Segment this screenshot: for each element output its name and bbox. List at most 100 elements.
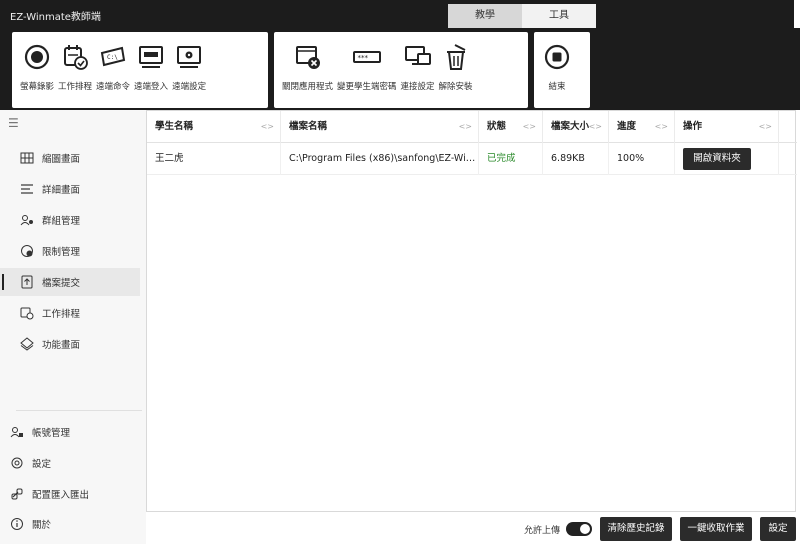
table-header: 學生名稱 <> 檔案名稱 <> 狀態 <> 檔案大小 <> 進度 <> 操作 <>: [147, 111, 797, 143]
ribbon-label: 連接設定: [400, 82, 435, 92]
sort-icon[interactable]: <>: [655, 111, 668, 143]
record-icon: [24, 44, 50, 70]
sidebar: ☰ 縮圖畫面 詳細畫面 群組管理 限制管理 檔案提交 工作排程 功能畫面 帳號管…: [0, 110, 146, 544]
tab-tools[interactable]: 工具: [522, 4, 596, 28]
title-bar: EZ-Winmate教師端 教學 工具: [0, 0, 800, 28]
sidebar-item-account[interactable]: 帳號管理: [0, 418, 140, 446]
ribbon-label: 工作排程: [58, 82, 93, 92]
sidebar-item-restrict[interactable]: 限制管理: [0, 237, 140, 265]
collect-all-button[interactable]: 一鍵收取作業: [680, 517, 752, 541]
sort-icon[interactable]: <>: [589, 111, 602, 143]
list-detail-icon: [21, 184, 33, 194]
remote-login-icon: [139, 46, 164, 68]
sidebar-item-group[interactable]: 群組管理: [0, 206, 140, 234]
column-header-student[interactable]: 學生名稱 <>: [147, 111, 281, 143]
remote-command-icon: C:\: [100, 46, 126, 67]
sidebar-item-label: 工作排程: [42, 309, 81, 320]
column-header-label: 進度: [617, 121, 637, 132]
change-password-icon: ***: [352, 51, 381, 63]
sort-icon[interactable]: <>: [523, 111, 536, 143]
sidebar-item-thumbnail[interactable]: 縮圖畫面: [0, 144, 140, 172]
ribbon-label: 關閉應用程式: [282, 82, 334, 92]
ribbon-label: 結束: [548, 82, 566, 92]
settings-button[interactable]: 設定: [760, 517, 796, 541]
allow-upload-toggle[interactable]: [566, 522, 592, 536]
cell-size: 6.89KB: [543, 143, 609, 175]
sidebar-item-label: 檔案提交: [42, 278, 81, 289]
screen-record-button[interactable]: 螢幕錄影: [20, 32, 54, 92]
column-header-file[interactable]: 檔案名稱 <>: [281, 111, 479, 143]
column-header-label: 學生名稱: [155, 121, 194, 132]
remote-settings-icon: [177, 46, 202, 68]
uninstall-button[interactable]: 解除安裝: [439, 32, 473, 92]
sort-icon[interactable]: <>: [759, 111, 772, 143]
cell-file: C:\Program Files (x86)\sanfong\EZ-Win...: [281, 143, 479, 175]
allow-upload-label: 允許上傳: [524, 526, 561, 536]
ribbon-label: 遠端命令: [96, 82, 131, 92]
sidebar-item-detail[interactable]: 詳細畫面: [0, 175, 140, 203]
window-edge: [794, 0, 800, 28]
sidebar-item-label: 功能畫面: [42, 340, 81, 351]
app-title: EZ-Winmate教師端: [10, 12, 101, 23]
menu-icon[interactable]: ☰: [8, 116, 19, 130]
sidebar-item-schedule[interactable]: 工作排程: [0, 299, 140, 327]
cell-progress: 100%: [609, 143, 675, 175]
file-submit-icon: [21, 275, 33, 289]
ribbon-group-management: 關閉應用程式 *** 變更學生端密碼 連接設定 解除安裝: [274, 32, 528, 108]
column-header-action[interactable]: 操作 <>: [675, 111, 779, 143]
remote-settings-button[interactable]: 遠端設定: [172, 32, 206, 92]
sidebar-divider: [16, 410, 142, 411]
schedule-icon: [64, 45, 88, 70]
sidebar-item-label: 帳號管理: [32, 428, 71, 439]
sidebar-item-label: 設定: [32, 459, 52, 470]
sidebar-item-file-submit[interactable]: 檔案提交: [0, 268, 140, 296]
sidebar-item-settings[interactable]: 設定: [0, 449, 140, 477]
column-header-label: 狀態: [487, 121, 507, 132]
ribbon-label: 遠端登入: [134, 82, 169, 92]
sort-icon[interactable]: <>: [459, 111, 472, 143]
sidebar-item-label: 群組管理: [42, 216, 81, 227]
tab-teaching[interactable]: 教學: [448, 4, 522, 28]
import-export-icon: [11, 488, 23, 500]
task-schedule-button[interactable]: 工作排程: [58, 32, 92, 92]
table-row[interactable]: 王二虎 C:\Program Files (x86)\sanfong\EZ-Wi…: [147, 143, 797, 175]
schedule-icon: [20, 307, 34, 320]
change-password-button[interactable]: *** 變更學生端密碼: [337, 32, 397, 92]
exit-button[interactable]: 結束: [542, 32, 572, 92]
sidebar-item-label: 詳細畫面: [42, 185, 81, 196]
sidebar-item-import-export[interactable]: 配置匯入匯出: [0, 480, 140, 508]
uninstall-icon: [446, 44, 465, 70]
svg-text:***: ***: [357, 54, 368, 62]
column-header-label: 檔案大小: [551, 121, 590, 132]
column-header-size[interactable]: 檔案大小 <>: [543, 111, 609, 143]
cell-student: 王二虎: [147, 143, 281, 175]
ribbon-group-exit: 結束: [534, 32, 590, 108]
file-submission-table: 學生名稱 <> 檔案名稱 <> 狀態 <> 檔案大小 <> 進度 <> 操作 <> 王二虎 …: [146, 110, 797, 512]
feature-icon: [20, 337, 34, 351]
column-header-status[interactable]: 狀態 <>: [479, 111, 543, 143]
sort-icon[interactable]: <>: [261, 111, 274, 143]
remote-login-button[interactable]: 遠端登入: [134, 32, 168, 92]
gear-icon: [11, 457, 23, 469]
close-app-button[interactable]: 關閉應用程式: [282, 32, 333, 92]
sidebar-item-about[interactable]: 關於: [0, 510, 140, 538]
column-header-progress[interactable]: 進度 <>: [609, 111, 675, 143]
bottom-bar: 允許上傳 清除歷史記錄 一鍵收取作業 設定: [146, 514, 800, 544]
sidebar-item-feature[interactable]: 功能畫面: [0, 330, 140, 358]
cell-status: 已完成: [479, 143, 543, 175]
sidebar-item-label: 限制管理: [42, 247, 81, 258]
clear-history-button[interactable]: 清除歷史記錄: [600, 517, 672, 541]
open-folder-button[interactable]: 開啟資料夾: [683, 148, 751, 170]
grid-icon: [20, 152, 34, 164]
sidebar-item-label: 配置匯入匯出: [32, 490, 90, 501]
stop-icon: [544, 44, 570, 70]
connection-settings-button[interactable]: 連接設定: [401, 32, 435, 92]
svg-text:C:\: C:\: [107, 54, 118, 61]
column-header-label: 操作: [683, 121, 703, 132]
ribbon-label: 遠端設定: [172, 82, 207, 92]
remote-command-button[interactable]: C:\ 遠端命令: [96, 32, 130, 92]
connection-settings-icon: [404, 46, 431, 65]
account-icon: [10, 427, 23, 438]
close-app-icon: [295, 46, 320, 69]
ribbon-label: 解除安裝: [438, 82, 473, 92]
